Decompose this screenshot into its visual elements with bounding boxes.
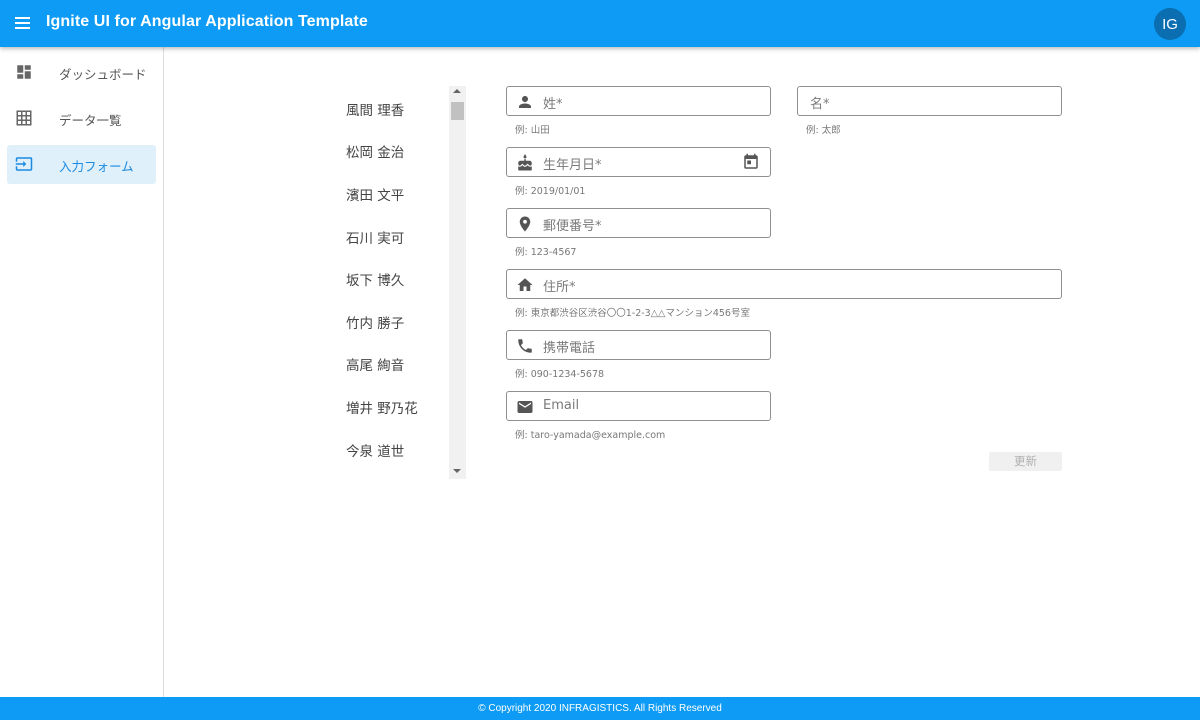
list-item[interactable]: 竹内 勝子 bbox=[346, 312, 404, 332]
dashboard-icon bbox=[17, 65, 31, 79]
last-name-label: 姓* bbox=[543, 97, 563, 112]
list-item[interactable]: 今泉 道世 bbox=[346, 440, 404, 460]
list-item[interactable]: 濱田 文平 bbox=[346, 184, 404, 204]
sidebar-item-label: 入力フォーム bbox=[59, 159, 134, 174]
update-button[interactable]: 更新 bbox=[989, 452, 1062, 471]
menu-icon[interactable] bbox=[13, 14, 33, 32]
phone-icon bbox=[518, 339, 532, 353]
last-name-field[interactable]: 姓* bbox=[506, 86, 771, 116]
list-item[interactable]: 増井 野乃花 bbox=[346, 397, 418, 417]
sidebar-item-dashboard[interactable]: ダッシュボード bbox=[7, 53, 156, 92]
cake-icon bbox=[518, 154, 532, 171]
name-list-scrollbar[interactable] bbox=[449, 86, 466, 479]
list-item[interactable]: 松岡 金治 bbox=[346, 141, 404, 161]
home-icon bbox=[517, 278, 533, 291]
app-header: Ignite UI for Angular Application Templa… bbox=[0, 0, 1200, 47]
first-name-field[interactable]: 名* bbox=[797, 86, 1062, 116]
location-pin-icon bbox=[519, 216, 531, 232]
scrollbar-thumb[interactable] bbox=[451, 102, 464, 120]
email-field[interactable]: Email bbox=[506, 391, 771, 421]
footer: © Copyright 2020 INFRAGISTICS. All Right… bbox=[0, 697, 1200, 720]
first-name-label: 名* bbox=[810, 97, 830, 112]
last-name-hint: 例: 山田 bbox=[515, 125, 550, 136]
person-icon bbox=[519, 96, 531, 108]
birthday-label: 生年月日* bbox=[543, 158, 602, 173]
sidebar-item-label: ダッシュボード bbox=[59, 67, 147, 82]
sidebar: ダッシュボード データ一覧 入力フォーム bbox=[0, 47, 164, 697]
app-root: Ignite UI for Angular Application Templa… bbox=[0, 0, 1200, 720]
address-hint: 例: 東京都渋谷区渋谷〇〇1-2-3△△マンション456号室 bbox=[515, 308, 750, 319]
list-item[interactable]: 風間 理香 bbox=[346, 99, 404, 119]
postal-code-label: 郵便番号* bbox=[543, 219, 602, 234]
mail-icon bbox=[517, 401, 533, 413]
scroll-down-icon[interactable] bbox=[453, 469, 461, 473]
input-icon bbox=[15, 157, 33, 171]
email-label: Email bbox=[543, 398, 580, 413]
mobile-phone-label: 携帯電話 bbox=[543, 341, 596, 356]
app-title: Ignite UI for Angular Application Templa… bbox=[46, 13, 368, 30]
scroll-up-icon[interactable] bbox=[453, 89, 461, 93]
sidebar-item-label: データ一覧 bbox=[59, 113, 122, 128]
mobile-phone-hint: 例: 090-1234-5678 bbox=[515, 369, 605, 380]
sidebar-item-input-form[interactable]: 入力フォーム bbox=[7, 145, 156, 184]
birthday-field[interactable]: 生年月日* bbox=[506, 147, 771, 177]
first-name-hint: 例: 太郎 bbox=[806, 125, 841, 136]
mobile-phone-field[interactable]: 携帯電話 bbox=[506, 330, 771, 360]
list-item[interactable]: 高尾 絢音 bbox=[346, 354, 404, 374]
list-item[interactable]: 石川 実可 bbox=[346, 227, 404, 247]
postal-code-hint: 例: 123-4567 bbox=[515, 247, 577, 258]
postal-code-field[interactable]: 郵便番号* bbox=[506, 208, 771, 238]
grid-icon bbox=[16, 110, 32, 126]
address-label: 住所* bbox=[543, 280, 576, 295]
avatar[interactable]: IG bbox=[1154, 8, 1186, 40]
address-field[interactable]: 住所* bbox=[506, 269, 1062, 299]
calendar-icon[interactable] bbox=[742, 153, 760, 171]
sidebar-item-data-list[interactable]: データ一覧 bbox=[7, 99, 156, 138]
email-hint: 例: taro-yamada@example.com bbox=[515, 430, 666, 441]
birthday-hint: 例: 2019/01/01 bbox=[515, 186, 586, 197]
list-item[interactable]: 坂下 博久 bbox=[346, 269, 404, 289]
